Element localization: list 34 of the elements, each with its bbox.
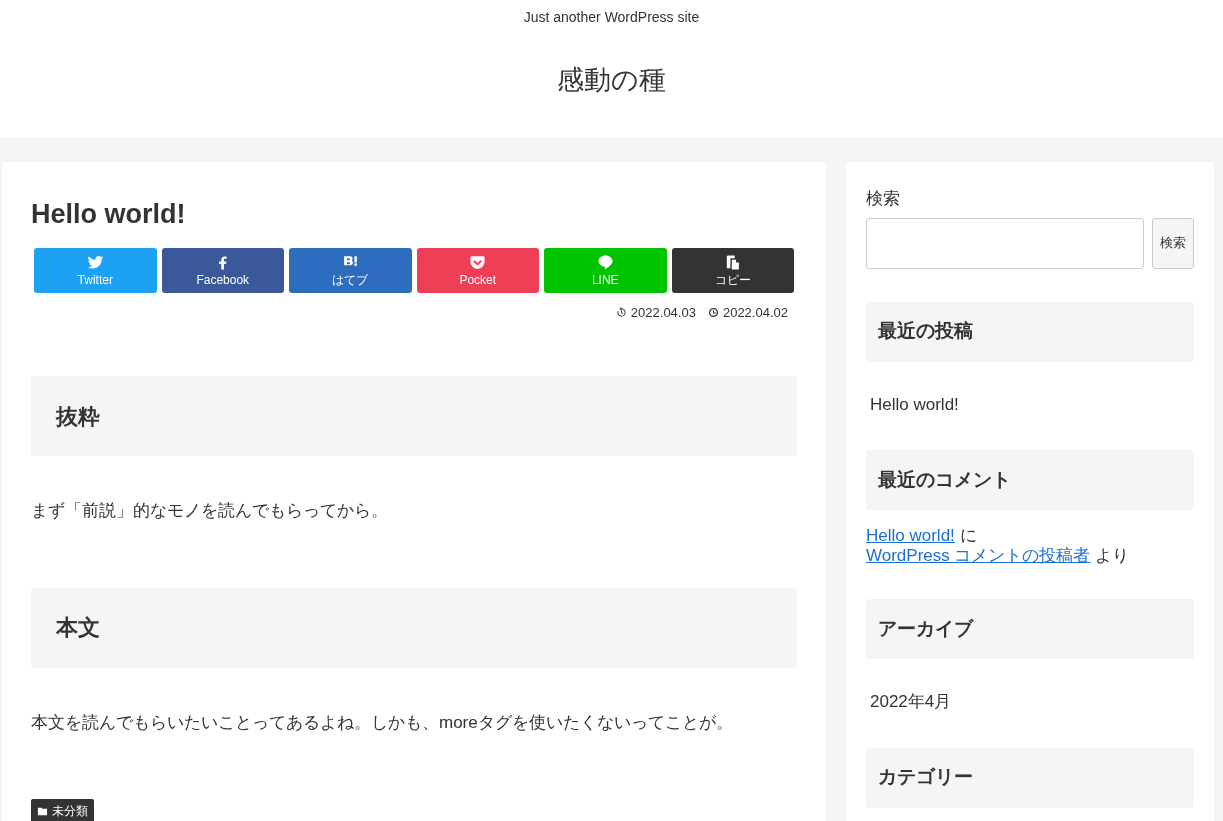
folder-icon — [37, 805, 48, 817]
widget-heading: 最近のコメント — [866, 450, 1194, 510]
site-title[interactable]: 感動の種 — [557, 60, 666, 101]
comment-link[interactable]: Hello world! — [866, 526, 955, 545]
bird-icon — [86, 254, 104, 272]
search-field[interactable] — [866, 217, 1144, 269]
widget-heading: アーカイブ — [866, 599, 1194, 659]
share-button[interactable]: Facebook — [161, 247, 284, 293]
widget-entry: Hello world! — [869, 393, 960, 416]
article-title: Hello world! — [31, 198, 187, 231]
widget-entry: Hello world! に WordPress コメントの投稿者 より — [866, 526, 1131, 566]
speech-bubble-icon — [596, 254, 614, 272]
category-tag[interactable]: 未分類 — [31, 799, 94, 821]
copy-icon — [724, 254, 742, 272]
share-button[interactable]: Pocket — [416, 247, 539, 293]
widget-heading: カテゴリー — [866, 747, 1194, 808]
search-button[interactable]: 検索 — [1152, 217, 1194, 269]
widget-heading: 最近の投稿 — [866, 301, 1194, 362]
paragraph: まず「前説」的なモノを読んでもらってから。 — [31, 500, 389, 523]
widget-entry: 2022年4月 — [869, 691, 953, 713]
share-button[interactable]: コピー — [671, 247, 794, 293]
search-label: 検索 — [866, 188, 901, 210]
section-heading: 本文 — [31, 587, 797, 668]
share-button[interactable]: はてブ — [289, 247, 412, 293]
share-button[interactable]: Twitter — [34, 247, 157, 293]
site-tagline: Just another WordPress site — [523, 8, 700, 27]
updated-date: 2022.04.03 — [630, 303, 696, 322]
history-icon — [615, 307, 627, 318]
pocket-icon — [469, 254, 487, 272]
paragraph: 本文を読んでもらいたいことってあるよね。しかも、moreタグを使いたくないってことが。 — [31, 711, 734, 734]
section-heading: 抜粋 — [31, 376, 797, 457]
clock-icon — [707, 307, 719, 318]
published-date: 2022.04.02 — [722, 303, 788, 322]
comment-link[interactable]: WordPress コメントの投稿者 — [866, 546, 1091, 565]
